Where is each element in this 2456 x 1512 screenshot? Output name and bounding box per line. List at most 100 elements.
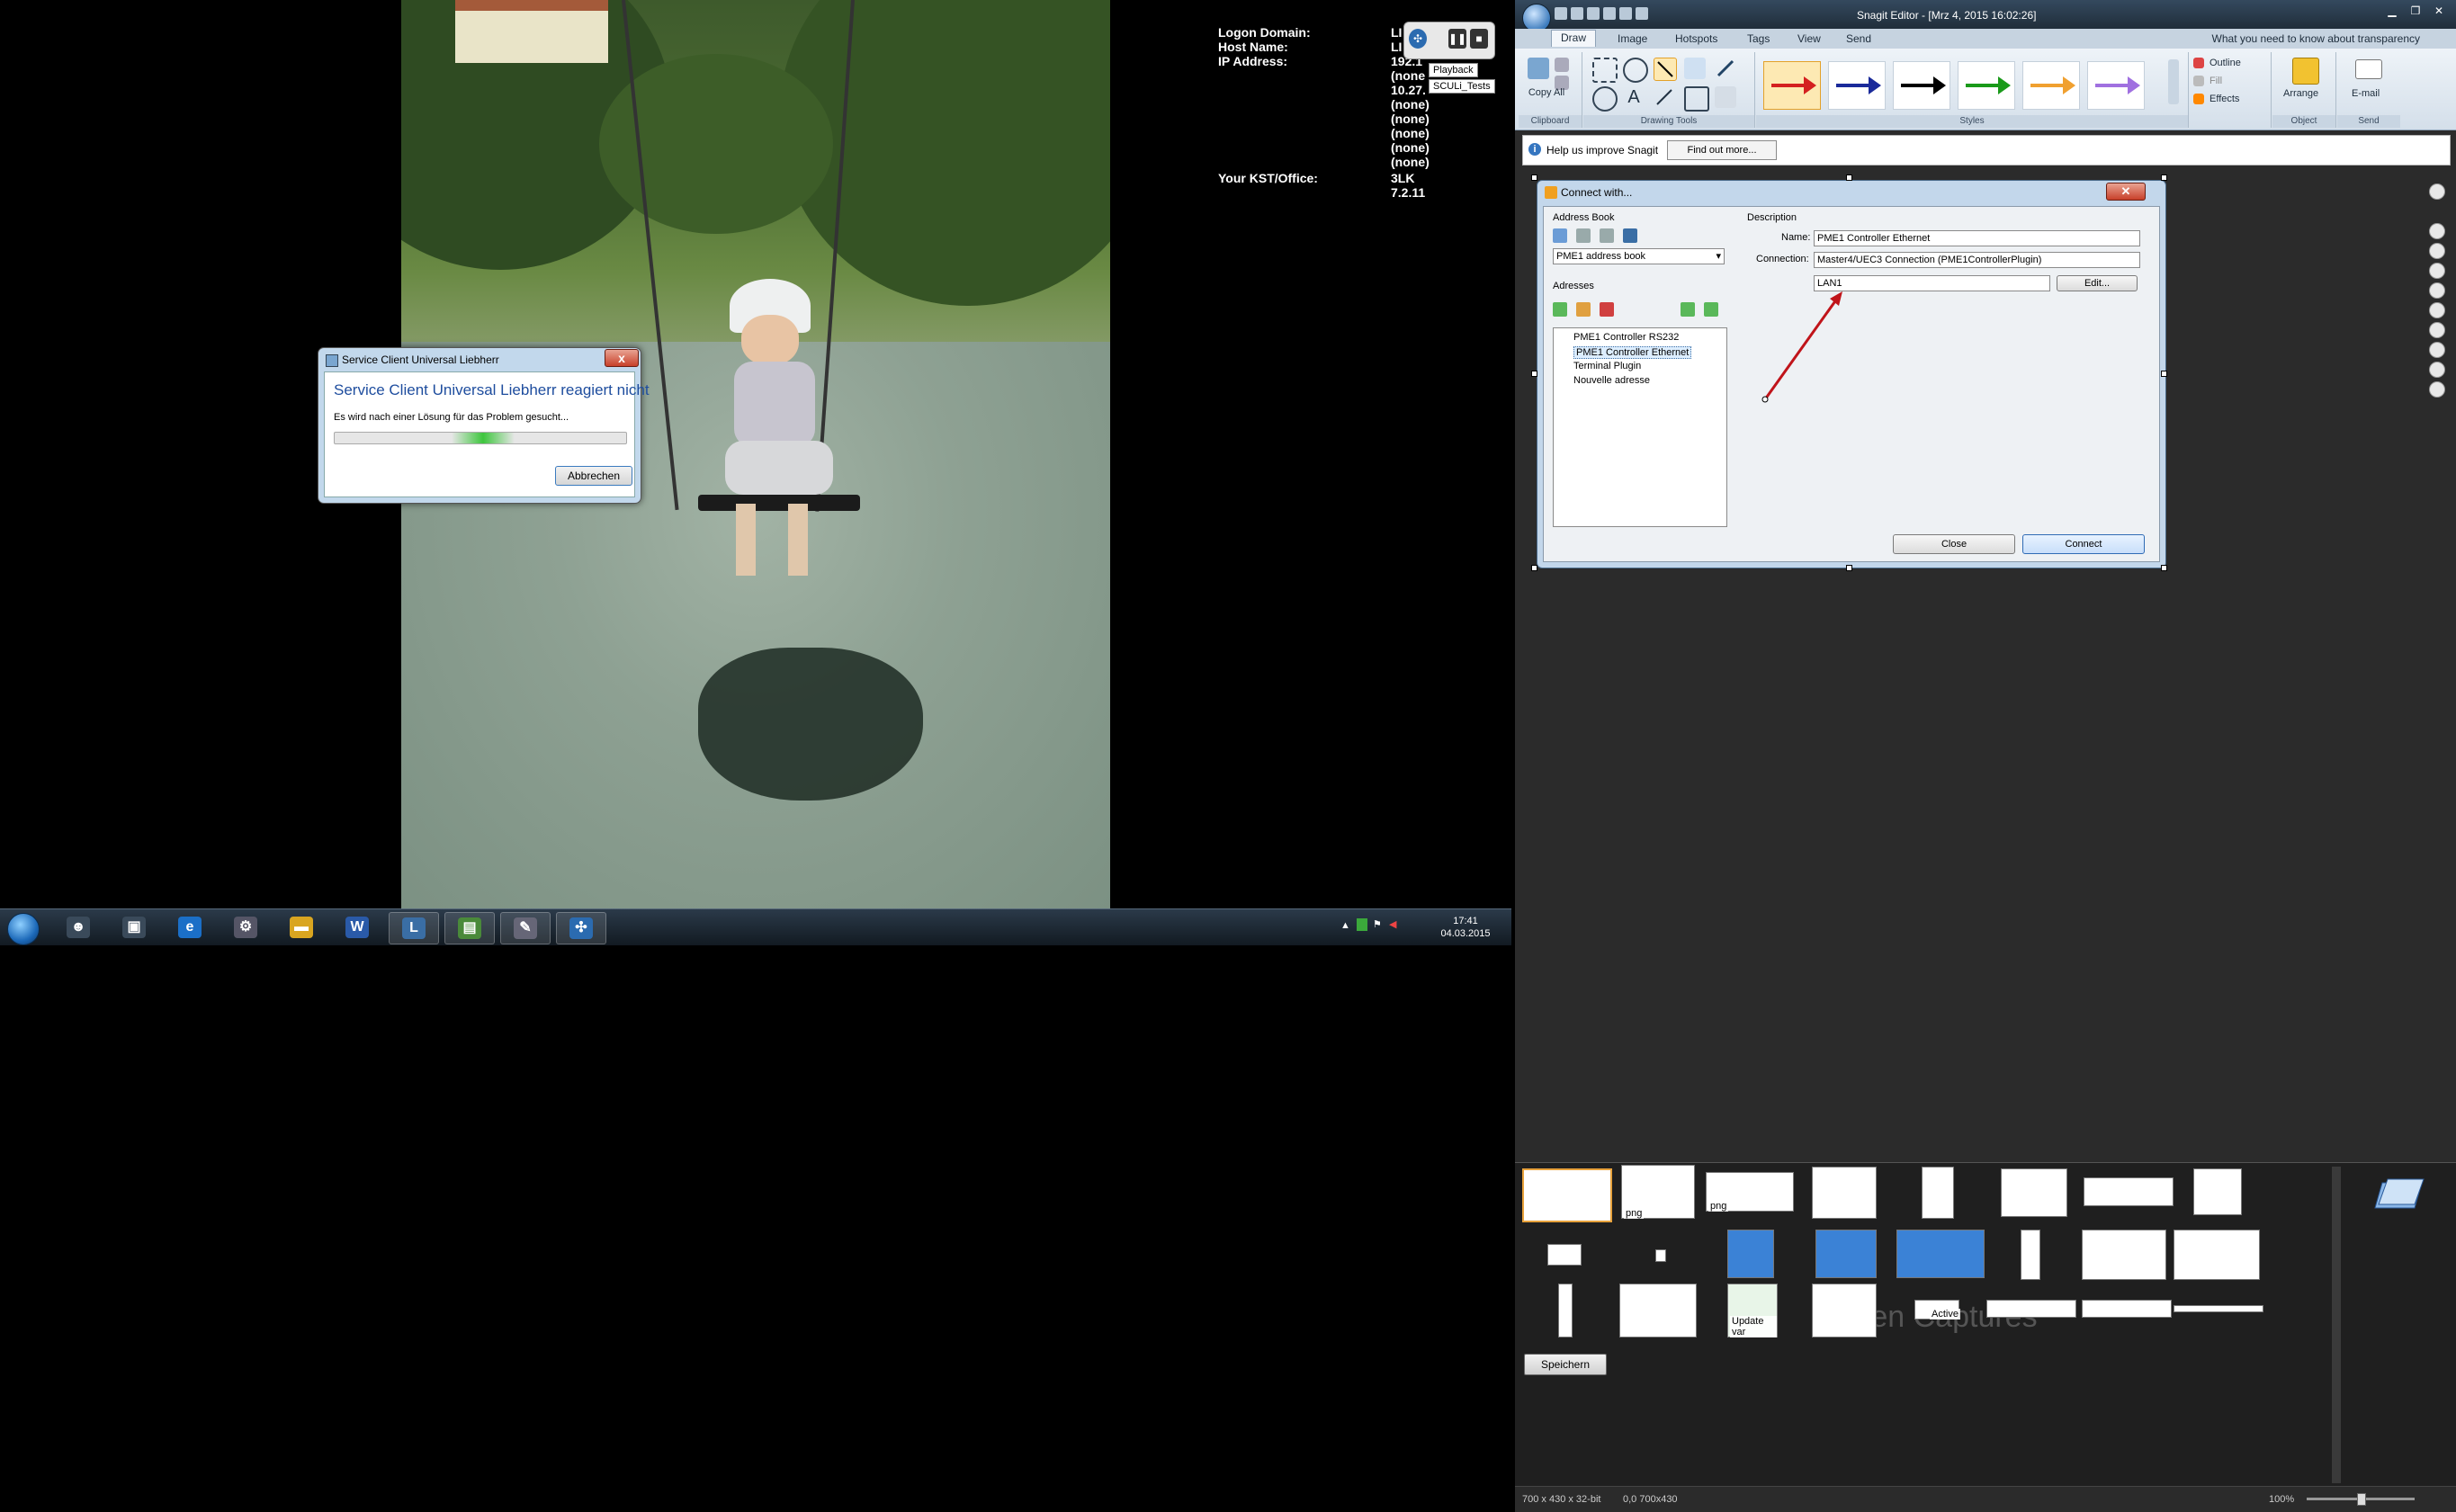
question-icon[interactable] xyxy=(2429,282,2445,299)
resize-handle[interactable] xyxy=(2161,174,2167,181)
flag-icon[interactable] xyxy=(2429,243,2445,259)
capture-thumbnail-selected[interactable] xyxy=(1522,1168,1612,1222)
copy-all-icon[interactable] xyxy=(1528,58,1549,79)
open-library-icon[interactable] xyxy=(2370,1172,2427,1215)
capture-thumbnail[interactable] xyxy=(1655,1249,1666,1262)
selection-tool-icon[interactable] xyxy=(1592,58,1618,83)
maximize-button[interactable]: ❐ xyxy=(2404,4,2427,18)
capture-thumbnail[interactable] xyxy=(1896,1230,1985,1278)
capture-thumbnail[interactable] xyxy=(1727,1230,1774,1278)
arrow-style-swatch[interactable] xyxy=(2087,61,2145,110)
capture-thumbnail[interactable]: png xyxy=(1706,1172,1794,1212)
taskbar-app-button[interactable]: ✎ xyxy=(500,912,551,944)
capture-thumbnail[interactable] xyxy=(2001,1168,2067,1217)
ab-open-icon[interactable] xyxy=(1576,228,1591,243)
abort-button[interactable]: Abbrechen xyxy=(555,466,632,486)
capture-thumbnail[interactable] xyxy=(1619,1284,1697,1338)
shape-tool-icon[interactable] xyxy=(1684,86,1709,112)
resize-handle[interactable] xyxy=(1846,565,1852,571)
edit-connection-button[interactable]: Edit... xyxy=(2057,275,2138,291)
close-button[interactable]: x xyxy=(605,349,639,367)
capture-thumbnail[interactable] xyxy=(1558,1284,1573,1338)
arrow-tool-icon[interactable] xyxy=(1654,58,1677,81)
liebherr-logo-icon[interactable]: ✣ xyxy=(1409,29,1427,49)
capture-thumbnail[interactable] xyxy=(1986,1300,2076,1318)
arrow-style-swatch[interactable] xyxy=(1893,61,1950,110)
playback-tooltip[interactable]: Playback xyxy=(1429,63,1478,77)
volume-muted-icon[interactable]: ◀ xyxy=(1389,918,1396,930)
save-icon[interactable] xyxy=(1587,7,1600,20)
show-hidden-icons-icon[interactable]: ▲ xyxy=(1340,920,1350,931)
check-icon[interactable] xyxy=(2429,322,2445,338)
resize-handle[interactable] xyxy=(1531,371,1537,377)
arrow-style-swatch[interactable] xyxy=(2022,61,2080,110)
capture-thumbnail[interactable] xyxy=(2174,1230,2260,1280)
info-icon[interactable] xyxy=(2429,381,2445,398)
connect-with-dialog-capture[interactable]: Connect with... ✕ Address Book PME1 addr… xyxy=(1537,180,2166,568)
resize-handle[interactable] xyxy=(2161,371,2167,377)
annotation-arrow[interactable] xyxy=(1760,288,1850,405)
text-tool-icon[interactable]: A xyxy=(1623,86,1645,108)
taskbar-app-button[interactable]: ☻ xyxy=(54,912,103,943)
name-field[interactable]: PME1 Controller Ethernet xyxy=(1814,230,2140,246)
capture-thumbnail[interactable] xyxy=(1812,1167,1877,1219)
tests-tooltip[interactable]: SCULi_Tests xyxy=(1429,79,1495,94)
move-up-icon[interactable] xyxy=(1681,302,1695,317)
pause-icon[interactable]: ❚❚ xyxy=(1448,29,1466,49)
outline-button[interactable]: Outline xyxy=(2210,58,2241,68)
resize-handle[interactable] xyxy=(2161,565,2167,571)
connect-button[interactable]: Connect xyxy=(2022,534,2145,554)
find-out-more-button[interactable]: Find out more... xyxy=(1667,140,1777,160)
line-tool-icon[interactable] xyxy=(1654,86,1675,108)
taskbar-app-button[interactable]: L xyxy=(389,912,439,944)
tab-hotspots[interactable]: Hotspots xyxy=(1666,31,1726,46)
callout-tool-icon[interactable] xyxy=(1623,58,1648,83)
transparency-help-link[interactable]: What you need to know about transparency xyxy=(2212,32,2420,45)
capture-thumbnail[interactable] xyxy=(2021,1230,2040,1280)
capture-thumbnail[interactable] xyxy=(1812,1284,1877,1338)
search-icon[interactable] xyxy=(2429,183,2445,200)
stop-icon[interactable]: ■ xyxy=(1470,29,1488,49)
fill-button[interactable]: Fill xyxy=(2210,76,2222,86)
tab-tags[interactable]: Tags xyxy=(1738,31,1779,46)
capture-thumbnail[interactable] xyxy=(2082,1300,2172,1318)
arrange-icon[interactable] xyxy=(2292,58,2319,85)
capture-thumbnail[interactable] xyxy=(2084,1177,2174,1206)
tag-icon[interactable] xyxy=(2429,223,2445,239)
tab-image[interactable]: Image xyxy=(1609,31,1656,46)
capture-thumbnail[interactable] xyxy=(2082,1230,2166,1280)
ab-new-icon[interactable] xyxy=(1553,228,1567,243)
copy-all-label[interactable]: Copy All xyxy=(1524,88,1569,98)
address-list[interactable]: PME1 Controller RS232 PME1 Controller Et… xyxy=(1553,327,1727,527)
ab-import-icon[interactable] xyxy=(1623,228,1637,243)
address-item[interactable]: Terminal Plugin xyxy=(1573,361,1641,371)
capture-thumbnail[interactable] xyxy=(1547,1244,1582,1266)
tab-send[interactable]: Send xyxy=(1837,31,1880,46)
capture-thumbnail[interactable]: Active xyxy=(1914,1300,1960,1320)
tab-view[interactable]: View xyxy=(1788,31,1830,46)
capture-thumbnail[interactable] xyxy=(2174,1305,2263,1312)
recording-widget[interactable]: ✣ ❚❚ ■ Playback SCULi_Tests xyxy=(1403,22,1495,95)
editor-canvas[interactable]: Connect with... ✕ Address Book PME1 addr… xyxy=(1520,169,2420,1159)
resize-handle[interactable] xyxy=(1531,174,1537,181)
capture-thumbnail[interactable] xyxy=(1815,1230,1877,1278)
taskbar-app-button[interactable]: e xyxy=(166,912,214,943)
save-button[interactable]: Speichern xyxy=(1524,1354,1607,1375)
cut-icon[interactable] xyxy=(1555,58,1569,72)
email-button[interactable]: E-mail xyxy=(2352,88,2380,99)
capture-thumbnail[interactable]: png xyxy=(1621,1165,1695,1219)
arrow-style-swatch[interactable] xyxy=(1958,61,2015,110)
address-item[interactable]: PME1 Controller RS232 xyxy=(1573,332,1679,343)
redo-icon[interactable] xyxy=(1636,7,1648,20)
capture-thumbnail[interactable] xyxy=(2193,1168,2242,1215)
capture-thumbnail[interactable] xyxy=(1922,1167,1954,1219)
move-down-icon[interactable] xyxy=(1704,302,1718,317)
zoom-slider-knob[interactable] xyxy=(2357,1493,2366,1506)
flag-icon[interactable]: ⚑ xyxy=(1373,918,1382,930)
arrange-button[interactable]: Arrange xyxy=(2283,88,2318,99)
zoom-slider[interactable] xyxy=(2307,1493,2415,1506)
resize-handle[interactable] xyxy=(1846,174,1852,181)
new-icon[interactable] xyxy=(1555,7,1567,20)
taskbar-app-button[interactable]: ▤ xyxy=(444,912,495,944)
address-item-selected[interactable]: PME1 Controller Ethernet xyxy=(1573,346,1692,359)
